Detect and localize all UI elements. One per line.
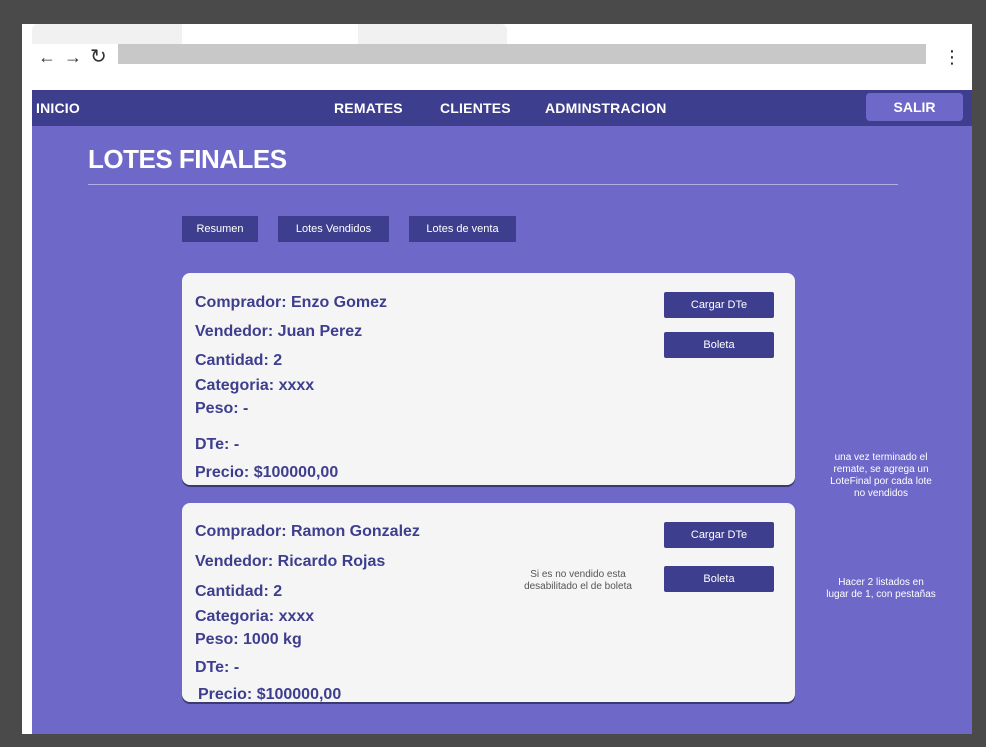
logout-button[interactable]: SALIR <box>866 93 963 121</box>
seller-label: Vendedor: Ricardo Rojas <box>195 553 386 570</box>
price-label: Precio: $100000,00 <box>195 464 339 481</box>
upload-dte-button[interactable]: Cargar DTe <box>664 522 774 548</box>
menu-kebab-icon[interactable]: ⋮ <box>943 48 961 66</box>
disabled-receipt-note: Si es no vendido esta desabilitado el de… <box>498 569 658 593</box>
tab-lots-for-sale[interactable]: Lotes de venta <box>409 216 516 242</box>
receipt-button[interactable]: Boleta <box>664 332 774 358</box>
note-line: desabilitado el de boleta <box>524 581 632 592</box>
nav-auctions-link[interactable]: REMATES <box>334 90 403 126</box>
annotation-tabs: Hacer 2 listados en lugar de 1, con pest… <box>806 577 956 601</box>
forward-arrow-icon[interactable]: → <box>64 48 82 66</box>
annotation-line: remate, se agrega un <box>833 464 929 475</box>
category-label: Categoria: xxxx <box>195 377 315 394</box>
dte-label: DTe: - <box>195 659 240 676</box>
nav-clients-link[interactable]: CLIENTES <box>440 90 511 126</box>
annotation-line: una vez terminado el <box>834 452 928 463</box>
back-arrow-icon[interactable]: ← <box>38 48 56 66</box>
title-divider <box>88 184 898 185</box>
annotation-line: LoteFinal por cada lote <box>830 476 932 487</box>
weight-label: Peso: 1000 kg <box>195 631 302 648</box>
buyer-label: Comprador: Ramon Gonzalez <box>195 523 420 540</box>
annotation-line: Hacer 2 listados en <box>838 577 924 588</box>
browser-active-tab[interactable] <box>182 24 358 44</box>
dte-label: DTe: - <box>195 436 240 453</box>
tab-summary[interactable]: Resumen <box>182 216 258 242</box>
buyer-label: Comprador: Enzo Gomez <box>195 294 388 311</box>
tab-sold-lots[interactable]: Lotes Vendidos <box>278 216 389 242</box>
category-label: Categoria: xxxx <box>195 608 315 625</box>
annotation-line: lugar de 1, con pestañas <box>826 589 936 600</box>
weight-label: Peso: - <box>195 400 249 417</box>
annotation-line: no vendidos <box>854 488 908 499</box>
page-title: LOTES FINALES <box>88 144 287 174</box>
quantity-label: Cantidad: 2 <box>195 583 283 600</box>
reload-icon[interactable]: ↻ <box>90 47 107 67</box>
upload-dte-button[interactable]: Cargar DTe <box>664 292 774 318</box>
note-line: Si es no vendido esta <box>530 569 626 580</box>
annotation-final-lots: una vez terminado el remate, se agrega u… <box>808 452 954 500</box>
receipt-button[interactable]: Boleta <box>664 566 774 592</box>
nav-home-link[interactable]: INICIO <box>36 90 80 126</box>
quantity-label: Cantidad: 2 <box>195 352 283 369</box>
seller-label: Vendedor: Juan Perez <box>195 323 363 340</box>
price-label: Precio: $100000,00 <box>198 686 342 703</box>
address-bar[interactable] <box>118 44 926 64</box>
nav-admin-link[interactable]: ADMINSTRACION <box>545 90 667 126</box>
